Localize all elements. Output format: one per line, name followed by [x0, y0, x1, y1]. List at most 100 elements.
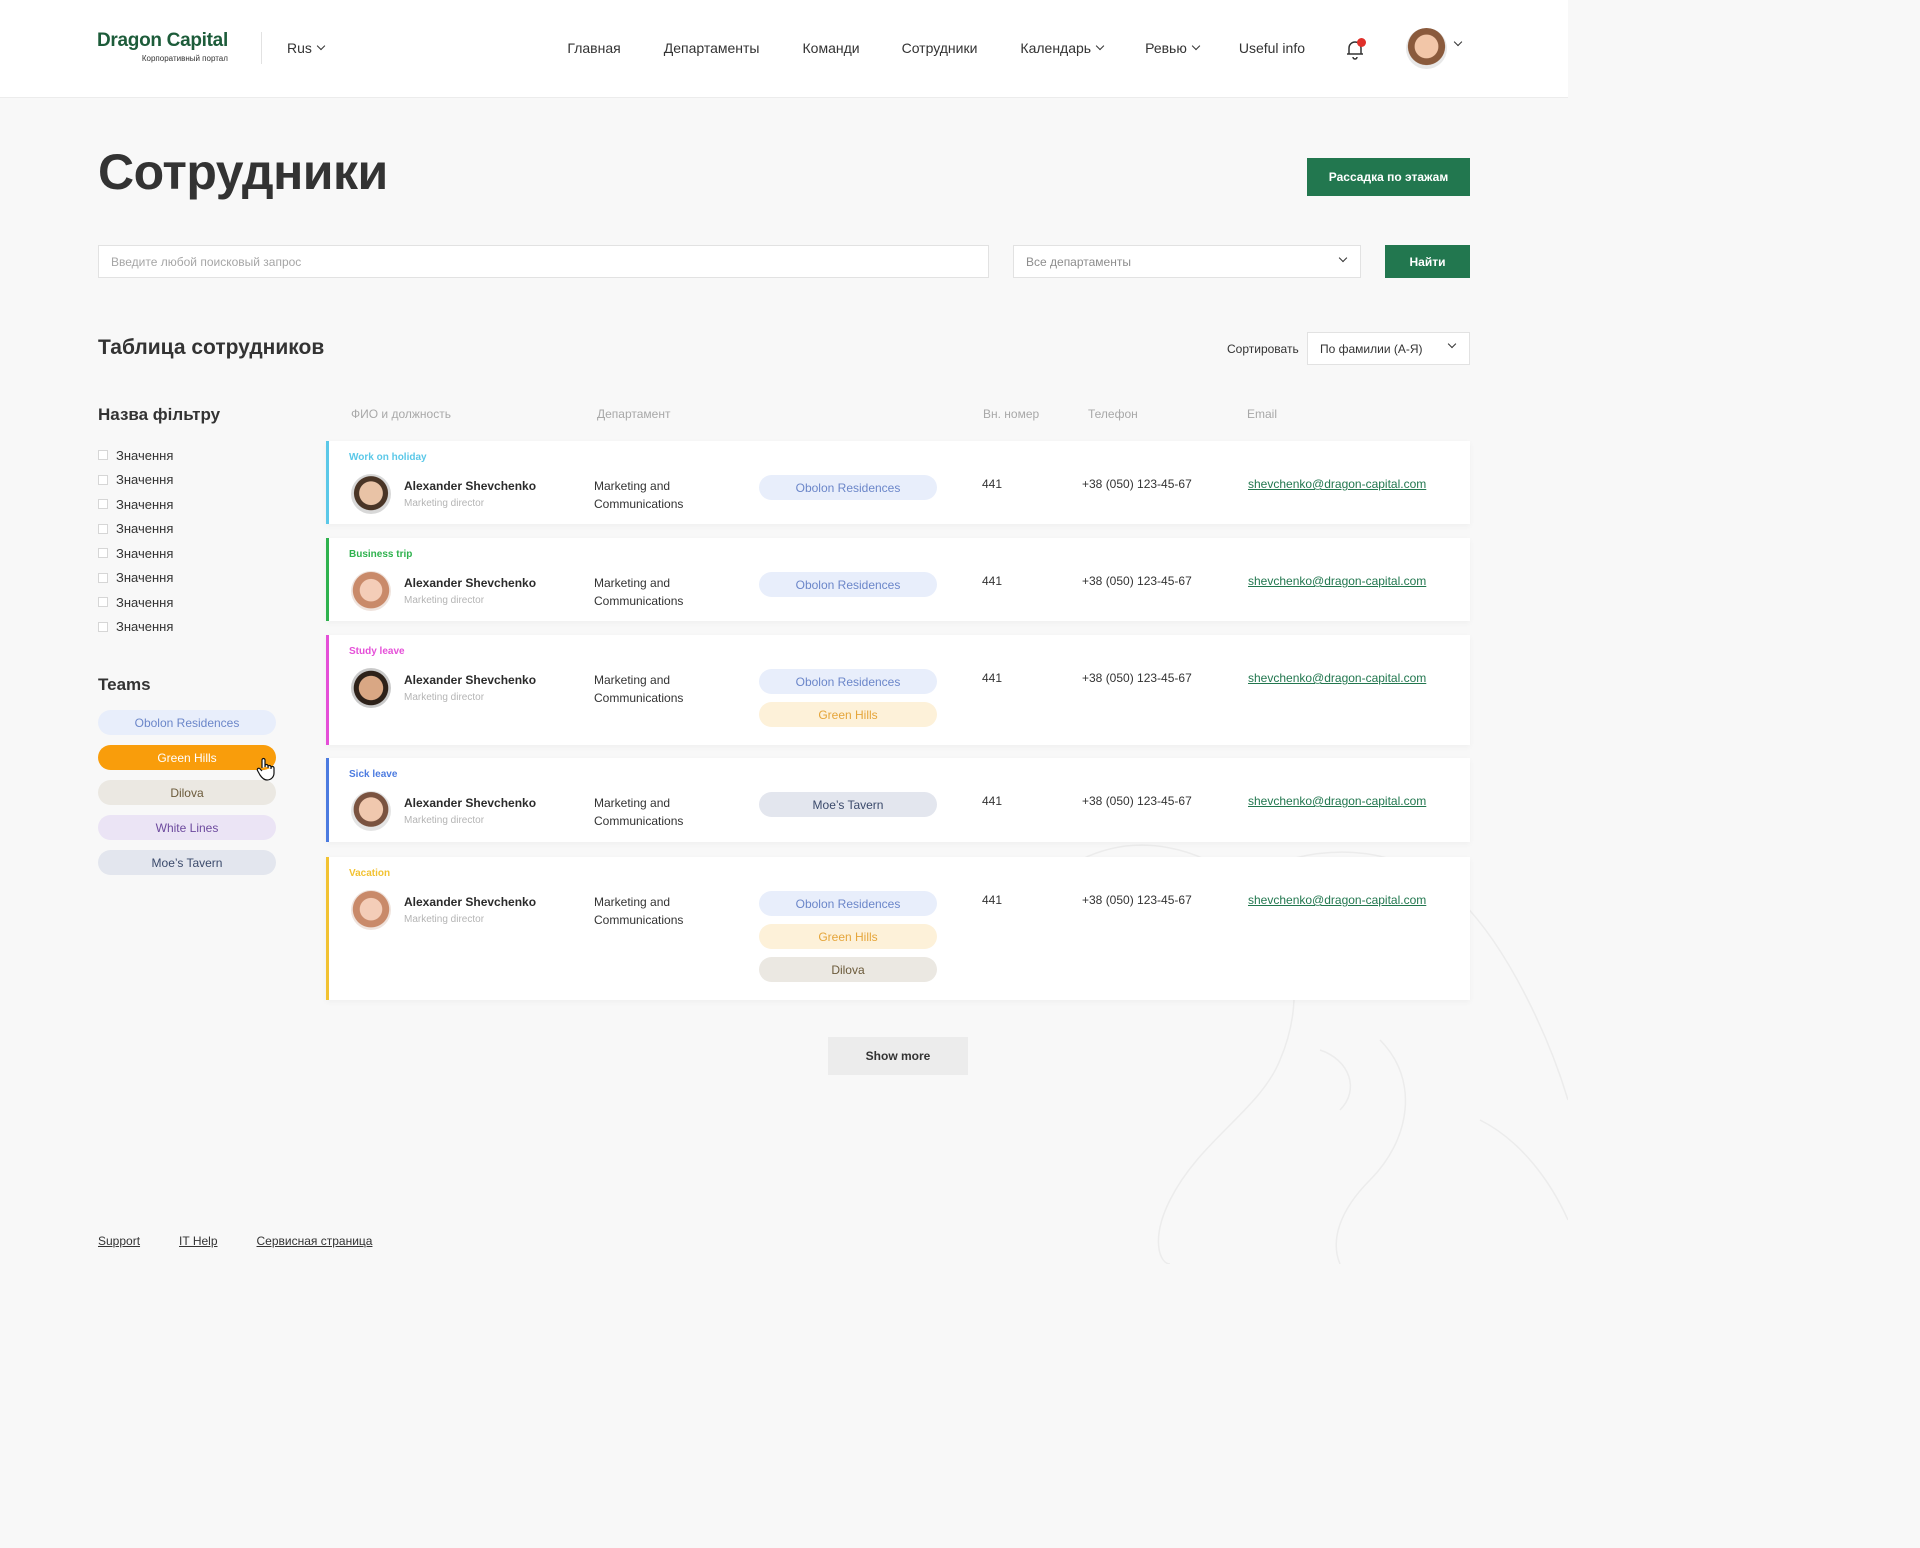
table-row[interactable]: Work on holiday Alexander Shevchenko Marke…	[326, 441, 1470, 524]
employee-name[interactable]: Alexander Shevchenko	[404, 576, 536, 590]
chevron-down-icon	[1447, 339, 1457, 349]
filter-option[interactable]: Значення	[98, 443, 173, 468]
checkbox[interactable]	[98, 474, 108, 485]
chevron-down-icon	[1191, 41, 1201, 51]
table-row[interactable]: Vacation Alexander Shevchenko Marketing di…	[326, 857, 1470, 1000]
sort-select[interactable]: По фамилии (А-Я)	[1307, 332, 1470, 365]
filter-title: Назва фільтру	[98, 405, 221, 424]
notifications-button[interactable]	[1344, 38, 1366, 60]
employee-teams: Obolon Residences Green Hills	[759, 669, 937, 735]
employee-email-link[interactable]: shevchenko@dragon-capital.com	[1248, 794, 1426, 808]
nav-item[interactable]: Главная	[567, 40, 620, 56]
nav-item[interactable]: Useful info	[1239, 40, 1305, 56]
employee-name[interactable]: Alexander Shevchenko	[404, 673, 536, 687]
nav-item[interactable]: Ревью	[1145, 40, 1201, 56]
employee-email-link[interactable]: shevchenko@dragon-capital.com	[1248, 893, 1426, 907]
floor-seating-button[interactable]: Рассадка по этажам	[1307, 158, 1470, 196]
top-header: Dragon Capital Корпоративный портал Rus …	[0, 0, 1568, 98]
filter-option-label: Значення	[116, 447, 174, 463]
employee-email-link[interactable]: shevchenko@dragon-capital.com	[1248, 477, 1426, 491]
nav-item[interactable]: Календарь	[1020, 40, 1105, 56]
checkbox[interactable]	[98, 499, 108, 510]
filter-option[interactable]: Значення	[98, 541, 173, 566]
user-avatar[interactable]	[1406, 28, 1447, 69]
column-header-phone[interactable]: Телефон	[1088, 407, 1138, 421]
footer-links: Support IT Help Сервисная страница	[98, 1234, 372, 1248]
filter-option[interactable]: Значення	[98, 590, 173, 615]
employee-department: Marketing and Communications	[594, 576, 684, 608]
column-header-name[interactable]: ФИО и должность	[351, 407, 451, 421]
nav-item[interactable]: Команди	[803, 40, 860, 56]
show-more-button[interactable]: Show more	[828, 1037, 968, 1075]
employee-name[interactable]: Alexander Shevchenko	[404, 796, 536, 810]
search-input[interactable]	[98, 245, 989, 278]
logo-title: Dragon Capital	[97, 30, 228, 51]
employee-name[interactable]: Alexander Shevchenko	[404, 895, 536, 909]
filter-option[interactable]: Значення	[98, 615, 173, 640]
checkbox[interactable]	[98, 621, 108, 632]
team-filter-pill[interactable]: Green Hills	[98, 745, 276, 770]
footer-link[interactable]: Support	[98, 1234, 140, 1248]
employee-position: Marketing director	[404, 914, 485, 925]
table-row[interactable]: Study leave Alexander Shevchenko Marketing…	[326, 635, 1470, 745]
filter-option-label: Значення	[116, 619, 174, 635]
team-filter-pill[interactable]: Moe’s Tavern	[98, 850, 276, 875]
team-tag[interactable]: Obolon Residences	[759, 572, 937, 597]
nav-item-label: Ревью	[1145, 40, 1187, 56]
team-tag[interactable]: Green Hills	[759, 702, 937, 727]
table-row[interactable]: Sick leave Alexander Shevchenko Marketing …	[326, 758, 1470, 842]
employee-email-link[interactable]: shevchenko@dragon-capital.com	[1248, 574, 1426, 588]
hand-cursor-icon	[256, 757, 275, 781]
status-indicator-bar	[326, 857, 329, 1000]
team-tag[interactable]: Green Hills	[759, 924, 937, 949]
column-header-department[interactable]: Департамент	[597, 407, 670, 421]
avatar[interactable]	[351, 791, 391, 831]
column-header-ext[interactable]: Вн. номер	[983, 407, 1039, 421]
employee-ext: 441	[982, 574, 1003, 588]
teams-title: Teams	[98, 675, 151, 694]
team-filter-pill[interactable]: Dilova	[98, 780, 276, 805]
team-tag[interactable]: Obolon Residences	[759, 891, 937, 916]
team-filter-pill[interactable]: Obolon Residences	[98, 710, 276, 735]
company-logo[interactable]: Dragon Capital Корпоративный портал	[97, 30, 228, 63]
employee-teams: Obolon Residences	[759, 572, 937, 605]
team-tag[interactable]: Obolon Residences	[759, 669, 937, 694]
filter-option-label: Значення	[116, 545, 174, 561]
team-filter-pill[interactable]: White Lines	[98, 815, 276, 840]
language-selector[interactable]: Rus	[287, 40, 326, 56]
filter-option[interactable]: Значення	[98, 517, 173, 542]
checkbox[interactable]	[98, 548, 108, 559]
filter-option[interactable]: Значення	[98, 468, 173, 493]
nav-item-label: Команди	[802, 40, 860, 56]
column-header-email[interactable]: Email	[1247, 407, 1277, 421]
checkbox[interactable]	[98, 523, 108, 534]
nav-item[interactable]: Сотрудники	[902, 40, 978, 56]
avatar[interactable]	[351, 474, 391, 514]
avatar[interactable]	[351, 890, 391, 930]
team-tag[interactable]: Moe’s Tavern	[759, 792, 937, 817]
find-button[interactable]: Найти	[1385, 245, 1470, 278]
footer-link[interactable]: IT Help	[179, 1234, 217, 1248]
page-title: Сотрудники	[98, 144, 388, 200]
department-select[interactable]: Все департаменты	[1013, 245, 1361, 278]
checkbox[interactable]	[98, 572, 108, 583]
status-label: Study leave	[349, 646, 405, 657]
checkbox[interactable]	[98, 597, 108, 608]
sort-select-value: По фамилии (А-Я)	[1320, 341, 1423, 356]
chevron-down-icon[interactable]	[1453, 37, 1463, 47]
team-tag[interactable]: Obolon Residences	[759, 475, 937, 500]
team-tag[interactable]: Dilova	[759, 957, 937, 982]
filter-option-label: Значення	[116, 521, 174, 537]
checkbox[interactable]	[98, 450, 108, 461]
filter-option[interactable]: Значення	[98, 566, 173, 591]
avatar[interactable]	[351, 571, 391, 611]
employee-teams: Obolon Residences	[759, 475, 937, 508]
filter-option[interactable]: Значення	[98, 492, 173, 517]
footer-link[interactable]: Сервисная страница	[257, 1234, 373, 1248]
table-row[interactable]: Business trip Alexander Shevchenko Marketi…	[326, 538, 1470, 621]
avatar[interactable]	[351, 668, 391, 708]
employee-name[interactable]: Alexander Shevchenko	[404, 479, 536, 493]
nav-item[interactable]: Департаменты	[664, 40, 760, 56]
employee-phone: +38 (050) 123-45-67	[1082, 893, 1192, 907]
employee-email-link[interactable]: shevchenko@dragon-capital.com	[1248, 671, 1426, 685]
